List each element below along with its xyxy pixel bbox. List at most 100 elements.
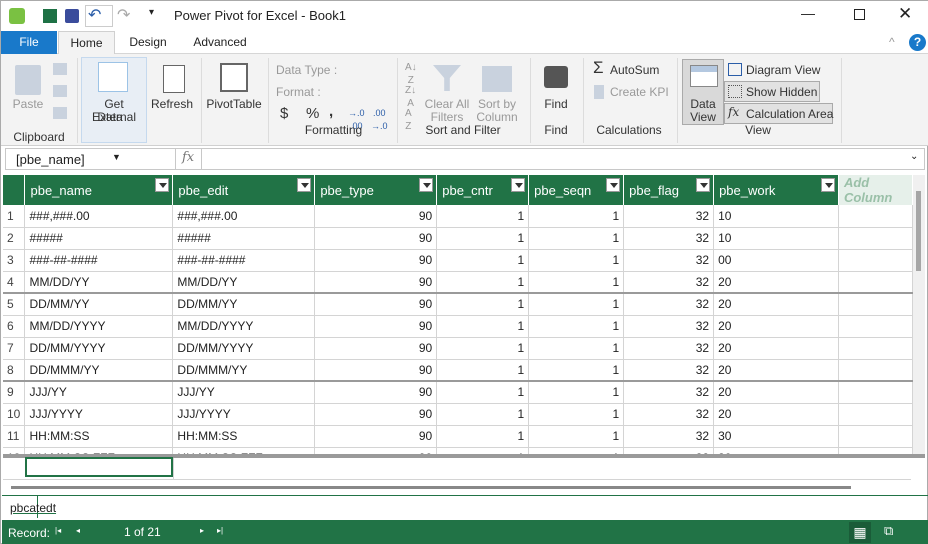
table-cell[interactable]: MM/DD/YY	[24, 271, 174, 294]
table-cell[interactable]: 90	[314, 205, 438, 228]
add-column-header[interactable]: Add Column	[838, 175, 913, 205]
table-cell[interactable]: 1	[436, 403, 530, 426]
table-cell[interactable]: DD/MMM/YY	[24, 359, 174, 382]
table-cell[interactable]: 1	[528, 381, 625, 404]
table-cell[interactable]: 90	[314, 425, 438, 448]
collapse-ribbon-icon[interactable]: ^	[889, 35, 895, 49]
add-column-cell[interactable]	[838, 315, 913, 338]
table-cell[interactable]: 1	[528, 249, 625, 272]
tab-advanced[interactable]: Advanced	[187, 31, 253, 55]
autosum-button[interactable]: AutoSum	[610, 64, 659, 77]
grid-view-button[interactable]: ▦	[849, 522, 871, 543]
table-cell[interactable]: HH:MM:SS	[172, 425, 316, 448]
find-button[interactable]: Find	[537, 98, 575, 111]
currency-button[interactable]: $	[280, 106, 288, 121]
column-header-pbe-cntr[interactable]: pbe_cntr	[436, 175, 530, 205]
table-cell[interactable]: 1	[436, 425, 530, 448]
horizontal-scrollbar[interactable]	[11, 486, 851, 489]
table-cell[interactable]: 10	[713, 205, 839, 228]
column-header-pbe-type[interactable]: pbe_type	[314, 175, 438, 205]
table-cell[interactable]: 1	[436, 249, 530, 272]
add-column-cell[interactable]	[838, 359, 913, 382]
table-cell[interactable]: 20	[713, 403, 839, 426]
tab-file[interactable]: File	[1, 31, 57, 55]
add-column-cell[interactable]	[838, 425, 913, 448]
table-cell[interactable]: 32	[623, 315, 715, 338]
table-cell[interactable]: 1	[528, 359, 625, 382]
table-cell[interactable]: 1	[436, 315, 530, 338]
sort-by-column-button[interactable]: Sort by Column	[473, 98, 521, 124]
table-cell[interactable]: 1	[528, 403, 625, 426]
table-cell[interactable]: 10	[713, 227, 839, 250]
table-cell[interactable]: 90	[314, 293, 438, 316]
maximize-button[interactable]	[854, 9, 865, 20]
filter-dropdown-icon[interactable]	[511, 178, 526, 192]
table-cell[interactable]: MM/DD/YY	[172, 271, 316, 294]
table-cell[interactable]: 90	[314, 227, 438, 250]
table-cell[interactable]: ###,###.00	[172, 205, 316, 228]
undo-icon[interactable]: ↶	[85, 5, 113, 27]
table-cell[interactable]: 32	[623, 205, 715, 228]
table-cell[interactable]: DD/MMM/YY	[172, 359, 316, 382]
clear-all-filters-button[interactable]: Clear All Filters	[423, 98, 471, 124]
column-header-pbe-work[interactable]: pbe_work	[713, 175, 839, 205]
table-cell[interactable]: 90	[314, 381, 438, 404]
formula-input[interactable]	[201, 149, 911, 169]
name-box[interactable]: [pbe_name] ▼	[6, 149, 176, 169]
vertical-scrollbar[interactable]	[913, 175, 925, 455]
table-cell[interactable]: 1	[528, 271, 625, 294]
filter-dropdown-icon[interactable]	[696, 178, 711, 192]
table-cell[interactable]: 1	[436, 227, 530, 250]
tab-home[interactable]: Home	[58, 31, 115, 55]
excel-icon[interactable]	[43, 9, 57, 23]
filter-dropdown-icon[interactable]	[419, 178, 434, 192]
percent-button[interactable]: %	[306, 106, 319, 121]
select-all-corner[interactable]	[3, 175, 26, 205]
table-cell[interactable]: 1	[436, 271, 530, 294]
add-column-cell[interactable]	[838, 293, 913, 316]
filter-dropdown-icon[interactable]	[155, 178, 170, 192]
table-cell[interactable]: 1	[436, 359, 530, 382]
table-cell[interactable]: 30	[713, 425, 839, 448]
column-header-pbe-flag[interactable]: pbe_flag	[623, 175, 715, 205]
sheet-tab-pbcatedt[interactable]: pbcatedt	[4, 496, 56, 518]
table-cell[interactable]: 1	[436, 381, 530, 404]
name-box-dropdown-icon[interactable]: ▼	[112, 152, 121, 162]
table-cell[interactable]: 20	[713, 271, 839, 294]
filter-dropdown-icon[interactable]	[606, 178, 621, 192]
table-cell[interactable]: DD/MM/YYYY	[172, 337, 316, 360]
add-column-cell[interactable]	[838, 337, 913, 360]
table-cell[interactable]: 90	[314, 359, 438, 382]
table-cell[interactable]: 20	[713, 359, 839, 382]
table-cell[interactable]: DD/MM/YYYY	[24, 337, 174, 360]
table-cell[interactable]: #####	[172, 227, 316, 250]
column-header-pbe-seqn[interactable]: pbe_seqn	[528, 175, 625, 205]
table-cell[interactable]: #####	[24, 227, 174, 250]
next-record-button[interactable]: ▸	[200, 526, 204, 535]
column-header-pbe-name[interactable]: pbe_name	[24, 175, 174, 205]
add-column-cell[interactable]	[838, 249, 913, 272]
table-cell[interactable]: 32	[623, 381, 715, 404]
table-cell[interactable]: 32	[623, 359, 715, 382]
table-cell[interactable]: JJJ/YYYY	[172, 403, 316, 426]
filter-dropdown-icon[interactable]	[820, 178, 835, 192]
paste-button[interactable]: Paste	[9, 98, 47, 111]
table-cell[interactable]: DD/MM/YY	[24, 293, 174, 316]
diagram-view-status-button[interactable]: ⧉	[884, 523, 893, 539]
table-cell[interactable]: 1	[436, 205, 530, 228]
comma-button[interactable]: ,	[329, 104, 333, 119]
table-cell[interactable]: DD/MM/YY	[172, 293, 316, 316]
table-cell[interactable]: 1	[528, 227, 625, 250]
first-record-button[interactable]: |◂	[55, 526, 61, 535]
table-cell[interactable]: HH:MM:SS	[24, 425, 174, 448]
refresh-button[interactable]: Refresh	[149, 98, 195, 111]
table-cell[interactable]: 1	[528, 337, 625, 360]
table-cell[interactable]: MM/DD/YYYY	[24, 315, 174, 338]
table-cell[interactable]: 90	[314, 337, 438, 360]
selected-calc-cell[interactable]	[25, 457, 173, 477]
table-cell[interactable]: ###,###.00	[24, 205, 174, 228]
column-header-pbe-edit[interactable]: pbe_edit	[172, 175, 316, 205]
table-cell[interactable]: JJJ/YY	[172, 381, 316, 404]
data-type-dropdown[interactable]: Data Type :	[276, 64, 337, 77]
table-cell[interactable]: MM/DD/YYYY	[172, 315, 316, 338]
